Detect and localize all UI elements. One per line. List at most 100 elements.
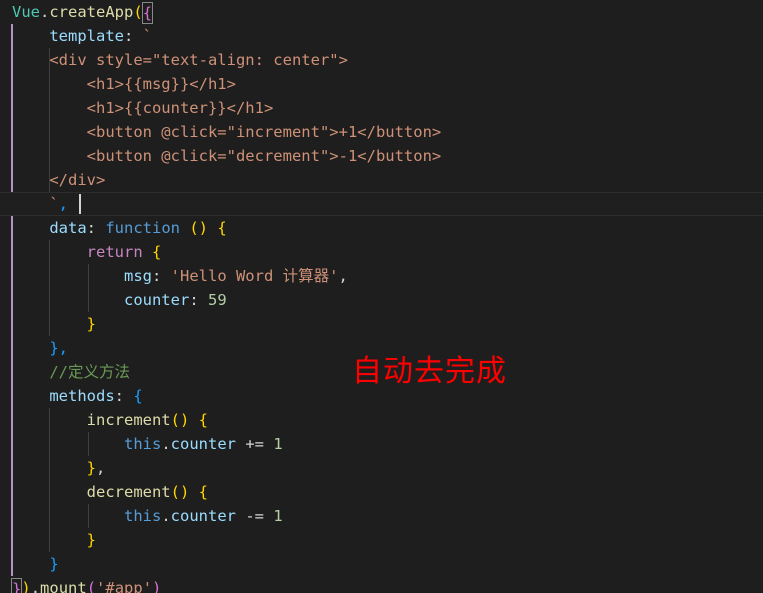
code-token: ) [152,579,162,593]
code-line[interactable]: return { [0,240,763,264]
code-token: } [86,459,96,477]
code-line[interactable]: counter: 59 [0,288,763,312]
code-token: : [151,267,171,285]
code-line[interactable]: }).mount('#app') [0,576,763,593]
code-line[interactable]: <h1>{{msg}}</h1> [0,72,763,96]
code-token: () [189,219,208,237]
code-token: <button @click="decrement">-1</button> [12,147,442,165]
code-token: { [198,411,209,429]
code-token: : [114,387,134,405]
code-token: <h1>{{counter}}</h1> [12,99,274,117]
code-line[interactable]: template: ` [0,24,763,48]
code-line[interactable]: }, [0,456,763,480]
code-token: ` [142,27,152,45]
code-token: } [49,555,59,573]
code-token: //定义方法 [49,363,130,381]
code-token: , [58,195,69,213]
code-token: </div> [12,171,106,189]
code-token: , [58,339,69,357]
annotation-text: 自动去完成 [352,354,507,389]
code-token: { [198,483,209,501]
code-token: <div style="text-align: center"> [12,51,348,69]
code-line[interactable]: } [0,552,763,576]
code-line[interactable]: } [0,312,763,336]
code-token: msg [123,267,152,285]
code-line[interactable]: this.counter += 1 [0,432,763,456]
code-token: increment [86,411,171,429]
code-line[interactable]: <button @click="decrement">-1</button> [0,144,763,168]
code-line[interactable]: <button @click="increment">+1</button> [0,120,763,144]
code-token: : [189,291,208,309]
code-token: this [123,507,162,525]
code-token: Vue [12,3,40,21]
code-token: 1 [273,507,283,525]
code-token: -= [235,507,274,525]
code-line[interactable]: </div> [0,168,763,192]
code-line[interactable]: decrement() { [0,480,763,504]
code-token: . [30,579,41,593]
code-line[interactable]: data: function () { [0,216,763,240]
bracket-match-token: } [10,577,23,593]
code-token: ( [133,3,143,21]
code-token: , [338,267,348,285]
code-token: { [133,387,143,405]
bracket-match-token: { [141,1,154,24]
code-token: ) [21,579,31,593]
text-caret [79,194,81,214]
code-line[interactable]: <h1>{{counter}}</h1> [0,96,763,120]
code-line[interactable]: msg: 'Hello Word 计算器', [0,264,763,288]
code-token: } [49,339,59,357]
code-token: decrement [86,483,171,501]
code-token: () [170,411,190,429]
code-line[interactable]: this.counter -= 1 [0,504,763,528]
code-line[interactable]: } [0,528,763,552]
code-token: , [96,459,106,477]
code-token: : [86,219,106,237]
code-token: 'Hello Word 计算器' [170,267,339,285]
code-token: ( [86,579,97,593]
code-line[interactable]: `, [0,192,763,216]
code-token: <h1>{{msg}}</h1> [12,75,236,93]
code-token: { [217,219,227,237]
code-token: . [40,3,50,21]
code-editor[interactable]: Vue.createApp({ template: ` <div style="… [0,0,763,593]
code-line[interactable]: Vue.createApp({ [0,0,763,24]
code-token: template [49,27,124,45]
code-line[interactable]: <div style="text-align: center"> [0,48,763,72]
code-token: methods [49,387,115,405]
code-token: mount [40,579,87,593]
code-token: . [161,435,171,453]
code-token: counter [170,507,236,525]
code-token: () [170,483,190,501]
code-token: } [86,315,96,333]
code-token: ` [49,195,59,213]
code-token: return [86,243,143,261]
code-token: <button @click="increment">+1</button> [12,123,442,141]
code-token: 59 [207,291,227,309]
code-token: . [161,507,171,525]
code-token: data [49,219,87,237]
code-token: { [152,243,162,261]
code-token: '#app' [96,579,153,593]
code-token: counter [123,291,190,309]
code-line[interactable]: increment() { [0,408,763,432]
code-text-surface[interactable]: Vue.createApp({ template: ` <div style="… [0,0,763,593]
code-token: += [235,435,274,453]
code-token: 1 [273,435,283,453]
code-token: : [123,27,143,45]
